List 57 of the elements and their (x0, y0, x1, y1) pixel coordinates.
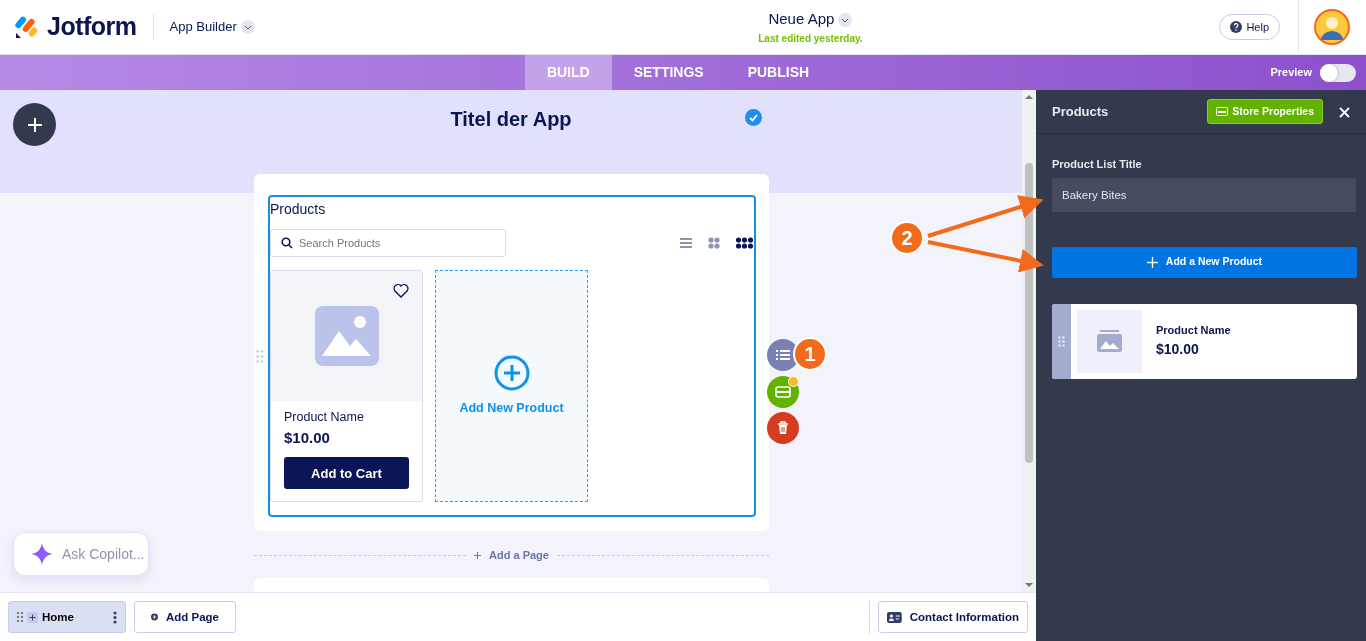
product-price: $10.00 (1156, 339, 1200, 359)
product-name: Product Name (284, 409, 365, 426)
add-page-button[interactable]: Add Page (134, 601, 236, 634)
delete-button[interactable] (767, 412, 799, 444)
grid-view-icon[interactable] (736, 237, 754, 249)
drag-handle-icon[interactable] (1058, 335, 1065, 347)
plus-icon (25, 115, 44, 134)
search-field[interactable]: Search Products (270, 229, 506, 257)
plus-circle-icon (493, 354, 530, 391)
add-new-product-button[interactable]: Add a New Product (1052, 246, 1357, 278)
product-list-title-field[interactable]: Bakery Bites (1052, 177, 1356, 212)
plus-icon (1146, 256, 1158, 268)
heart-icon[interactable] (393, 283, 409, 298)
app-title[interactable]: Titel der App (450, 90, 572, 134)
add-to-cart-button[interactable]: Add to Cart (284, 457, 409, 490)
help-icon (1230, 21, 1243, 33)
image-placeholder-icon (314, 306, 379, 366)
scrollbar[interactable] (1022, 90, 1036, 593)
preview-label: Preview (1270, 65, 1312, 81)
card-icon (1216, 107, 1229, 116)
warning-badge (788, 376, 799, 387)
card-icon (775, 386, 791, 398)
page-tab[interactable]: Home (8, 601, 126, 634)
nav-tab[interactable]: SETTINGS (611, 55, 726, 90)
sparkle-icon (30, 542, 54, 566)
brand-name: Jotform (47, 11, 137, 43)
avatar[interactable] (1314, 9, 1350, 45)
drag-handle-icon (17, 612, 23, 623)
product-card[interactable]: Product Name $10.00 Add to Cart (270, 270, 423, 502)
product-name: Product Name (1156, 323, 1231, 339)
list-view-icon[interactable] (680, 237, 692, 249)
logo-icon (15, 15, 39, 39)
last-edited-text: Last edited yesterday. (758, 31, 863, 46)
app-builder-menu[interactable]: App Builder (169, 17, 255, 37)
field-label: Product List Title (1052, 157, 1143, 172)
chevron-down-icon[interactable] (243, 23, 252, 31)
product-item[interactable]: Product Name $10.00 (1052, 303, 1357, 379)
preview-toggle[interactable] (1320, 63, 1356, 82)
search-icon (281, 237, 293, 249)
app-name[interactable]: Neue App (768, 8, 835, 31)
product-price: $10.00 (284, 427, 331, 448)
plus-icon (474, 551, 482, 559)
trash-icon (777, 421, 789, 435)
drag-handle-icon[interactable] (256, 350, 264, 363)
nav-tab[interactable]: PUBLISH (725, 55, 832, 90)
image-placeholder-icon (1097, 330, 1122, 352)
list-icon (776, 349, 790, 361)
contact-card-icon (887, 611, 902, 623)
panel-title: Products (1052, 102, 1109, 121)
contact-information-button[interactable]: Contact Information (878, 601, 1028, 634)
plus-icon (27, 611, 38, 623)
payment-settings-button[interactable] (767, 376, 799, 408)
chevron-down-icon[interactable] (838, 12, 853, 27)
product-list-title: Products (270, 200, 327, 219)
more-icon[interactable] (113, 610, 117, 624)
check-icon (745, 109, 762, 126)
add-page-link[interactable]: Add a Page (474, 547, 549, 564)
